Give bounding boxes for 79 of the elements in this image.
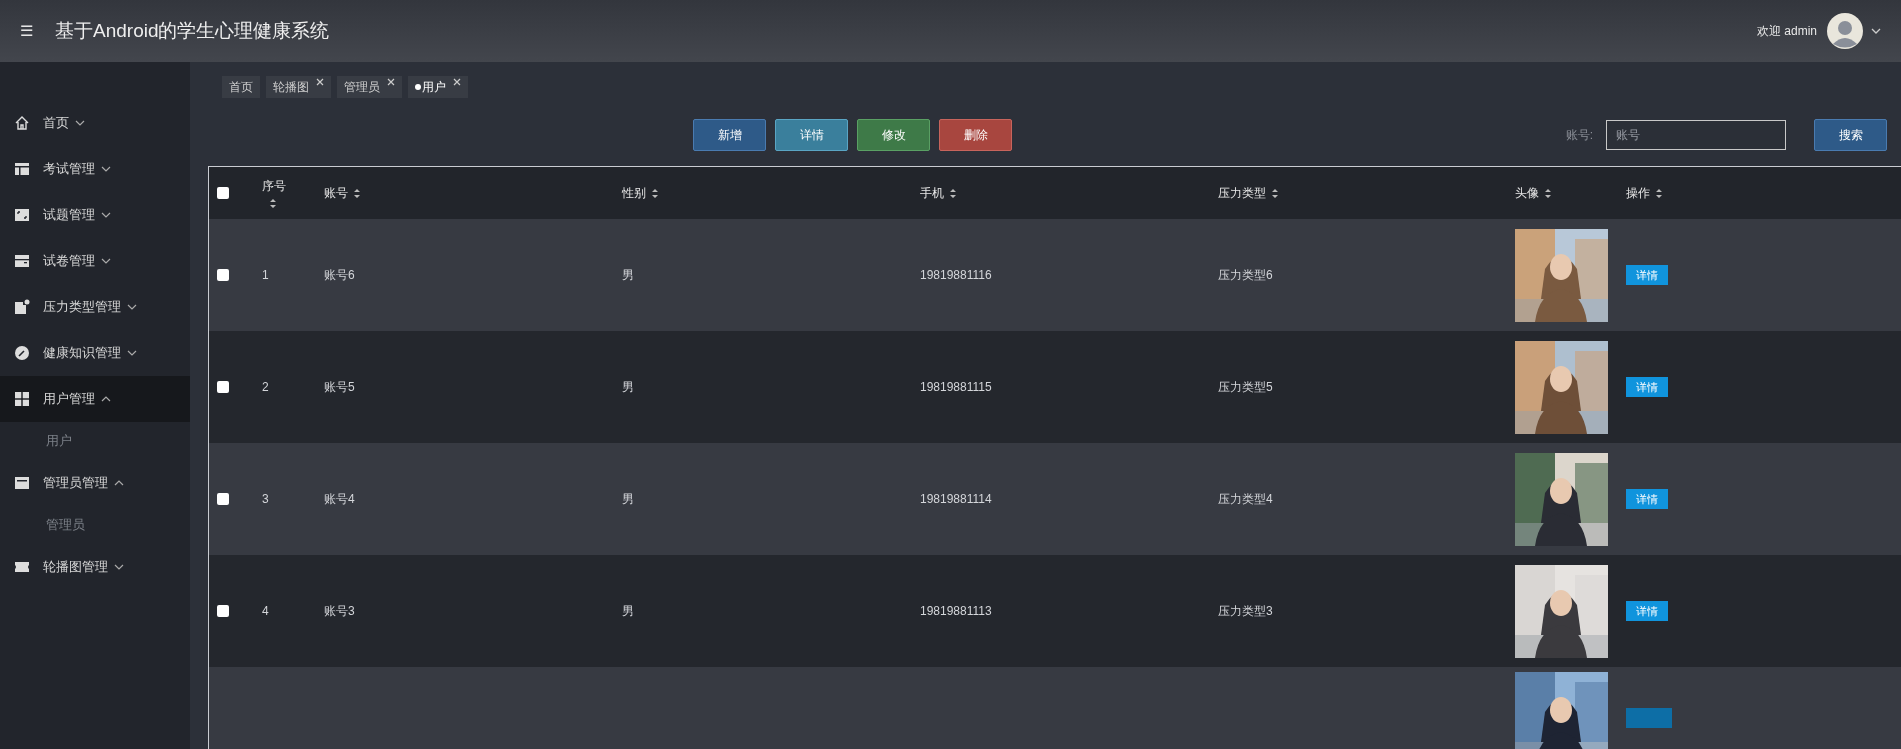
checkbox[interactable]	[217, 493, 229, 505]
table-cell: 19819881115	[920, 380, 992, 394]
ticket-icon	[14, 559, 30, 575]
table-cell: 男	[622, 604, 634, 618]
table-cell: 2	[262, 380, 269, 394]
table-cell: 压力类型3	[1218, 604, 1273, 618]
chevron-down-icon	[114, 563, 124, 571]
home-icon	[14, 115, 30, 131]
checkbox[interactable]	[217, 187, 229, 199]
chevron-down-icon	[101, 257, 111, 265]
sort-icon	[269, 198, 277, 209]
search-button[interactable]: 搜索	[1814, 119, 1887, 151]
chevron-up-icon	[101, 395, 111, 403]
column-header[interactable]: 账号	[324, 184, 348, 202]
column-header[interactable]: 序号	[262, 177, 286, 195]
close-icon	[316, 78, 324, 86]
table-cell: 男	[622, 268, 634, 282]
search-field[interactable]: 账号	[1606, 120, 1786, 150]
table-cell: 19819881116	[920, 268, 992, 282]
table-icon	[14, 161, 30, 177]
column-header[interactable]: 操作	[1626, 184, 1650, 202]
submenu-item[interactable]: 管理员	[0, 506, 190, 544]
chevron-down-icon	[101, 165, 111, 173]
table-cell: 账号6	[324, 268, 355, 282]
search-label: 账号:	[1565, 127, 1593, 144]
checkbox[interactable]	[217, 381, 229, 393]
delete-button[interactable]: 删除	[939, 119, 1012, 151]
tab[interactable]: 首页	[222, 76, 260, 98]
table-cell: 账号5	[324, 380, 355, 394]
column-header[interactable]: 性别	[622, 184, 646, 202]
checkbox[interactable]	[217, 605, 229, 617]
table-cell: 4	[262, 604, 269, 618]
grid-icon	[14, 391, 30, 407]
table-cell: 男	[622, 492, 634, 506]
column-header[interactable]: 头像	[1515, 184, 1539, 202]
image-icon	[14, 207, 30, 223]
edit-button[interactable]: 修改	[857, 119, 930, 151]
chevron-down-icon	[75, 119, 85, 127]
tab[interactable]: 管理员	[337, 76, 402, 98]
sort-icon	[353, 187, 361, 199]
chevron-down-icon	[127, 349, 137, 357]
table-cell: 3	[262, 492, 269, 506]
card-icon	[14, 253, 30, 269]
table-cell: 压力类型6	[1218, 268, 1273, 282]
avatar-icon	[1827, 13, 1863, 49]
sort-icon	[651, 187, 659, 199]
column-header[interactable]: 压力类型	[1218, 184, 1266, 202]
sort-icon	[949, 187, 957, 199]
chevron-down-icon	[1871, 27, 1881, 35]
compass-icon	[14, 345, 30, 361]
table-cell: 1	[262, 268, 269, 282]
sort-icon	[1655, 187, 1663, 199]
submenu-item[interactable]: 用户	[0, 422, 190, 460]
tab[interactable]: 轮播图	[266, 76, 331, 98]
table-cell: 账号4	[324, 492, 355, 506]
table-cell: 压力类型5	[1218, 380, 1273, 394]
table-cell: 19819881113	[920, 604, 992, 618]
table-cell: 账号3	[324, 604, 355, 618]
chevron-up-icon	[114, 479, 124, 487]
table-cell: 19819881114	[920, 492, 992, 506]
close-icon	[453, 78, 461, 86]
sort-icon	[1271, 187, 1279, 199]
detail-button[interactable]: 详情	[775, 119, 848, 151]
welcome-text: 欢迎 admin	[1756, 23, 1817, 40]
close-icon	[387, 78, 395, 86]
menu-icon[interactable]: ☰	[20, 19, 33, 43]
table-cell: 压力类型4	[1218, 492, 1273, 506]
window-icon	[14, 475, 30, 491]
chevron-down-icon	[101, 211, 111, 219]
add-button[interactable]: 新增	[693, 119, 766, 151]
table-cell: 男	[622, 380, 634, 394]
app-title: 基于Android的学生心理健康系统	[55, 18, 330, 43]
document-icon	[14, 299, 30, 315]
chevron-down-icon	[127, 303, 137, 311]
column-header[interactable]: 手机	[920, 184, 944, 202]
tab[interactable]: 用户	[408, 76, 468, 98]
sort-icon	[1544, 187, 1552, 199]
sidebar-item[interactable]: 用户管理	[0, 376, 190, 422]
checkbox[interactable]	[217, 269, 229, 281]
